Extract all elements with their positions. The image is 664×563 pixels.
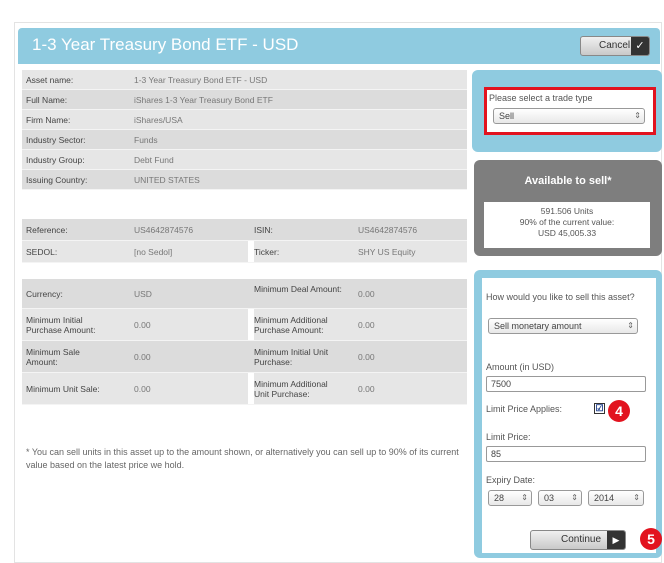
- row-label: Currency:: [26, 289, 63, 299]
- row-label: Minimum Unit Sale:: [26, 384, 100, 394]
- cancel-button-label: Cancel: [599, 40, 631, 51]
- table-row: Full Name: iShares 1-3 Year Treasury Bon…: [22, 90, 467, 110]
- row-value: USD: [134, 289, 152, 299]
- available-details: 591.506 Units 90% of the current value: …: [484, 202, 650, 248]
- amount-input[interactable]: 7500: [486, 376, 646, 392]
- sell-method-select[interactable]: Sell monetary amount ⇕: [488, 318, 638, 334]
- identifiers-table: Reference: US4642874576 ISIN: US46428745…: [22, 219, 467, 263]
- limit-price-checkbox[interactable]: ☑: [594, 403, 605, 414]
- row-value: UNITED STATES: [134, 175, 200, 185]
- available-percent: 90% of the current value:: [519, 217, 615, 227]
- row-value: 0.00: [358, 352, 375, 362]
- row-label: Full Name:: [26, 95, 68, 105]
- row-label: Minimum Deal Amount:: [254, 284, 342, 294]
- row-value: Debt Fund: [134, 155, 174, 165]
- row-value: [no Sedol]: [134, 247, 173, 257]
- row-label: Minimum Additional Unit Purchase:: [254, 379, 328, 399]
- expiry-date-label: Expiry Date:: [486, 475, 536, 485]
- select-arrows-icon: ⇕: [634, 111, 641, 120]
- row-label: Minimum Additional Purchase Amount:: [254, 315, 328, 335]
- row-label: Minimum Initial Unit Purchase:: [254, 347, 329, 367]
- table-row: SEDOL: [no Sedol] Ticker: SHY US Equity: [22, 241, 467, 263]
- table-row: Industry Group: Debt Fund: [22, 150, 467, 170]
- sell-method-label: How would you like to sell this asset?: [486, 292, 635, 302]
- step-5-badge: 5: [640, 528, 662, 550]
- trade-type-label: Please select a trade type: [489, 93, 593, 103]
- row-label: Asset name:: [26, 75, 74, 85]
- asset-info-table: Asset name: 1-3 Year Treasury Bond ETF -…: [22, 70, 467, 190]
- trade-type-select[interactable]: Sell ⇕: [493, 108, 645, 124]
- table-row: Reference: US4642874576 ISIN: US46428745…: [22, 219, 467, 241]
- trade-type-value: Sell: [499, 111, 515, 121]
- table-row: Asset name: 1-3 Year Treasury Bond ETF -…: [22, 70, 467, 90]
- table-row: Industry Sector: Funds: [22, 130, 467, 150]
- footnote-text: * You can sell units in this asset up to…: [26, 447, 459, 470]
- table-row: Currency: USD Minimum Deal Amount: 0.00: [22, 279, 467, 309]
- row-value: iShares 1-3 Year Treasury Bond ETF: [134, 95, 273, 105]
- page-title: 1-3 Year Treasury Bond ETF - USD: [32, 35, 299, 54]
- row-label: Minimum Initial Purchase Amount:: [26, 315, 96, 335]
- row-value: US4642874576: [358, 225, 418, 235]
- row-value: 0.00: [358, 320, 375, 330]
- continue-button-label: Continue: [561, 534, 602, 545]
- row-label: Reference:: [26, 225, 68, 235]
- table-row: Minimum Unit Sale: 0.00 Minimum Addition…: [22, 373, 467, 405]
- cancel-button[interactable]: Cancel ✓: [580, 36, 650, 56]
- row-value: iShares/USA: [134, 115, 183, 125]
- sell-form-panel: How would you like to sell this asset? S…: [474, 270, 662, 558]
- row-label: Minimum Sale Amount:: [26, 347, 80, 367]
- row-label: ISIN:: [254, 225, 273, 235]
- row-value: US4642874576: [134, 225, 194, 235]
- checkmark-icon: ✓: [631, 37, 649, 55]
- available-units: 591.506 Units: [540, 206, 594, 216]
- trade-type-highlight: Please select a trade type Sell ⇕: [484, 87, 656, 135]
- row-label: Industry Sector:: [26, 135, 86, 145]
- row-value: 0.00: [134, 384, 151, 394]
- row-value: Funds: [134, 135, 158, 145]
- expiry-day-value: 28: [494, 493, 505, 503]
- sell-form: How would you like to sell this asset? S…: [482, 278, 656, 553]
- limit-price-applies-label: Limit Price Applies:: [486, 404, 563, 414]
- table-row: Minimum Initial Purchase Amount: 0.00 Mi…: [22, 309, 467, 341]
- select-arrows-icon: ⇕: [571, 493, 578, 502]
- table-row: Issuing Country: UNITED STATES: [22, 170, 467, 190]
- step-4-badge: 4: [608, 400, 630, 422]
- expiry-year-select[interactable]: 2014 ⇕: [588, 490, 644, 506]
- row-label: SEDOL:: [26, 247, 58, 257]
- row-label: Issuing Country:: [26, 175, 88, 185]
- limit-price-input[interactable]: 85: [486, 446, 646, 462]
- continue-button[interactable]: Continue ▶: [530, 530, 626, 550]
- select-arrows-icon: ⇕: [521, 493, 528, 502]
- available-to-sell-panel: Available to sell* 591.506 Units 90% of …: [474, 160, 662, 256]
- available-title: Available to sell*: [524, 175, 612, 187]
- row-value: 0.00: [134, 352, 151, 362]
- table-row: Firm Name: iShares/USA: [22, 110, 467, 130]
- row-label: Industry Group:: [26, 155, 85, 165]
- row-label: Ticker:: [254, 247, 280, 257]
- play-arrow-icon: ▶: [607, 531, 625, 549]
- table-row: Minimum Sale Amount: 0.00 Minimum Initia…: [22, 341, 467, 373]
- expiry-month-value: 03: [544, 493, 555, 503]
- limit-price-label: Limit Price:: [486, 432, 531, 442]
- select-arrows-icon: ⇕: [633, 493, 640, 502]
- limits-table: Currency: USD Minimum Deal Amount: 0.00 …: [22, 279, 467, 405]
- amount-label: Amount (in USD): [486, 362, 555, 372]
- available-value: USD 45,005.33: [537, 228, 597, 238]
- select-arrows-icon: ⇕: [627, 321, 634, 330]
- asset-details-panel: Asset name: 1-3 Year Treasury Bond ETF -…: [18, 64, 470, 549]
- row-value: 1-3 Year Treasury Bond ETF - USD: [134, 75, 268, 85]
- row-value: SHY US Equity: [358, 247, 416, 257]
- expiry-month-select[interactable]: 03 ⇕: [538, 490, 582, 506]
- sell-method-value: Sell monetary amount: [494, 321, 582, 331]
- row-value: 0.00: [358, 289, 375, 299]
- expiry-day-select[interactable]: 28 ⇕: [488, 490, 532, 506]
- row-value: 0.00: [358, 384, 375, 394]
- row-label: Firm Name:: [26, 115, 71, 125]
- expiry-year-value: 2014: [594, 493, 615, 503]
- header-bar: 1-3 Year Treasury Bond ETF - USD Cancel …: [18, 28, 660, 64]
- row-value: 0.00: [134, 320, 151, 330]
